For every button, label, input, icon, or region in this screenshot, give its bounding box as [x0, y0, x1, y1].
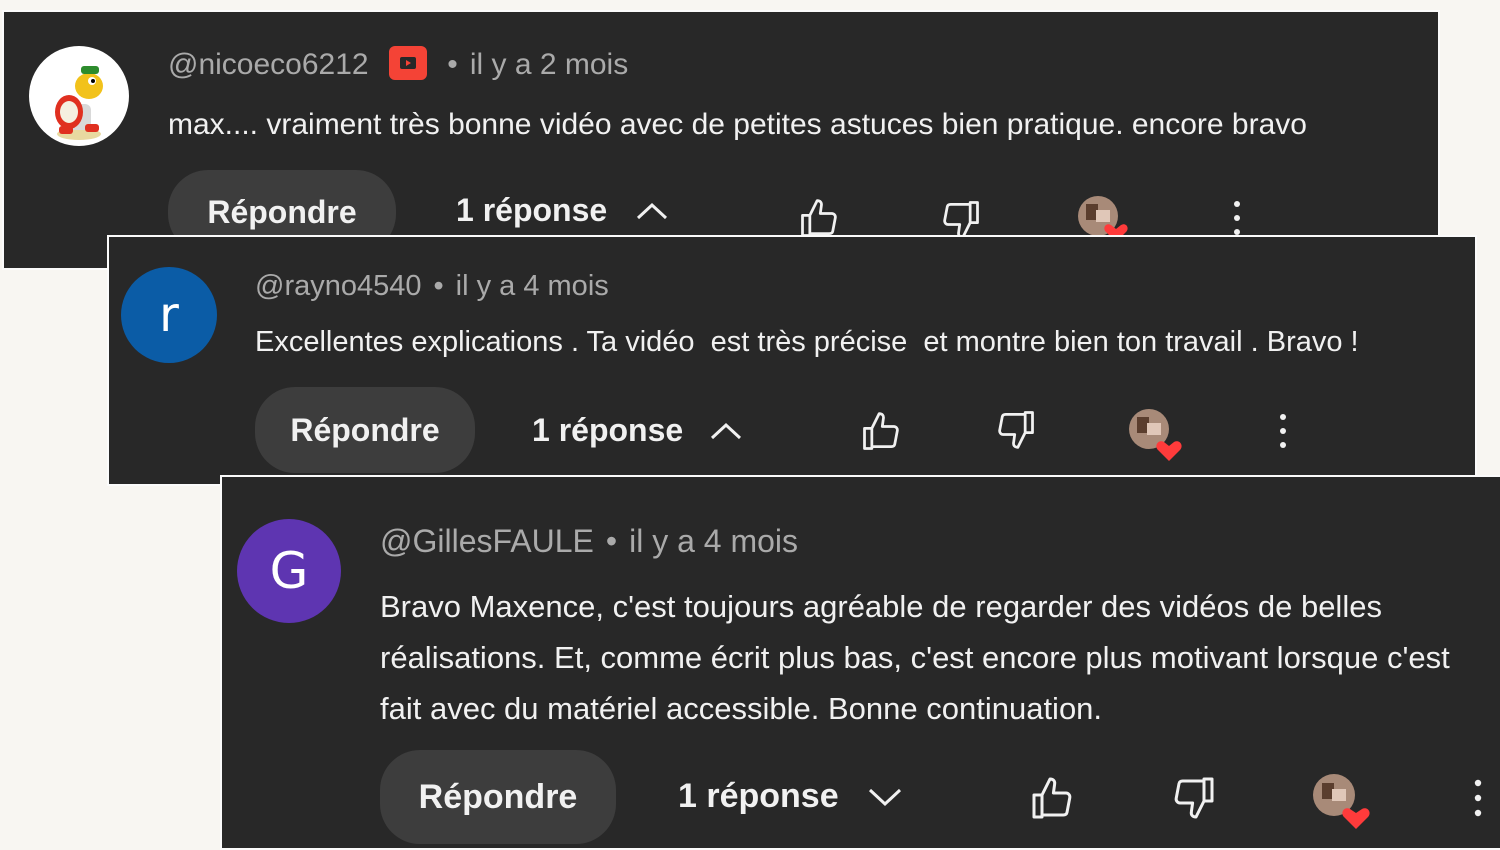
more-vert-icon[interactable]: [1229, 198, 1245, 238]
chevron-up-icon: [637, 202, 668, 219]
avatar[interactable]: r: [121, 267, 217, 363]
timestamp[interactable]: il y a 2 mois: [470, 48, 628, 81]
timestamp[interactable]: il y a 4 mois: [456, 270, 609, 302]
meta-separator: •: [447, 48, 458, 81]
author-handle[interactable]: @rayno4540: [255, 270, 422, 302]
comment-card: G @GillesFAULE • il y a 4 mois Bravo Maxen…: [220, 475, 1500, 850]
creator-heart-icon: [1127, 407, 1187, 467]
comment-card: r @rayno4540 • il y a 4 mois Excellentes e…: [107, 235, 1477, 486]
meta-separator: •: [605, 523, 618, 559]
avatar[interactable]: G: [237, 519, 341, 623]
reply-button[interactable]: Répondre: [380, 750, 616, 844]
author-handle[interactable]: @nicoeco6212: [168, 48, 369, 81]
thumbs-down-icon[interactable]: [994, 407, 1038, 451]
comment-text: Bravo Maxence, c'est toujours agréable d…: [380, 589, 1450, 726]
replies-toggle[interactable]: 1 réponse: [532, 412, 743, 449]
meta-separator: •: [433, 270, 444, 302]
thumbs-up-icon[interactable]: [1028, 775, 1076, 823]
comment-meta: @nicoeco6212 • il y a 2 mois: [168, 46, 628, 83]
author-handle[interactable]: @GillesFAULE: [380, 523, 594, 559]
replies-count: 1 réponse: [456, 192, 608, 228]
comment-meta: @GillesFAULE • il y a 4 mois: [380, 523, 798, 560]
comment-text: Excellentes explications . Ta vidéo est …: [255, 326, 1359, 358]
more-vert-icon[interactable]: [1470, 777, 1486, 819]
replies-toggle[interactable]: 1 réponse: [678, 777, 903, 816]
comment-card: @nicoeco6212 • il y a 2 mois max.... vrai…: [2, 10, 1440, 270]
comment-text: max.... vraiment très bonne vidéo avec d…: [168, 108, 1307, 141]
timestamp[interactable]: il y a 4 mois: [629, 523, 798, 559]
thumbs-down-icon[interactable]: [1170, 773, 1218, 821]
reply-button[interactable]: Répondre: [255, 387, 475, 473]
avatar-letter: G: [269, 542, 309, 600]
replies-count: 1 réponse: [678, 777, 839, 815]
thumbs-up-icon[interactable]: [859, 410, 903, 454]
replies-count: 1 réponse: [532, 412, 684, 448]
avatar[interactable]: [29, 46, 129, 146]
avatar-letter: r: [159, 287, 179, 343]
replies-toggle[interactable]: 1 réponse: [456, 192, 669, 229]
koopa-avatar-icon: [55, 66, 103, 140]
comment-meta: @rayno4540 • il y a 4 mois: [255, 270, 609, 303]
chevron-down-icon: [868, 788, 901, 806]
member-badge-icon: [388, 46, 427, 81]
chevron-up-icon: [711, 422, 742, 439]
creator-heart-icon: [1312, 773, 1374, 835]
more-vert-icon[interactable]: [1275, 411, 1291, 451]
